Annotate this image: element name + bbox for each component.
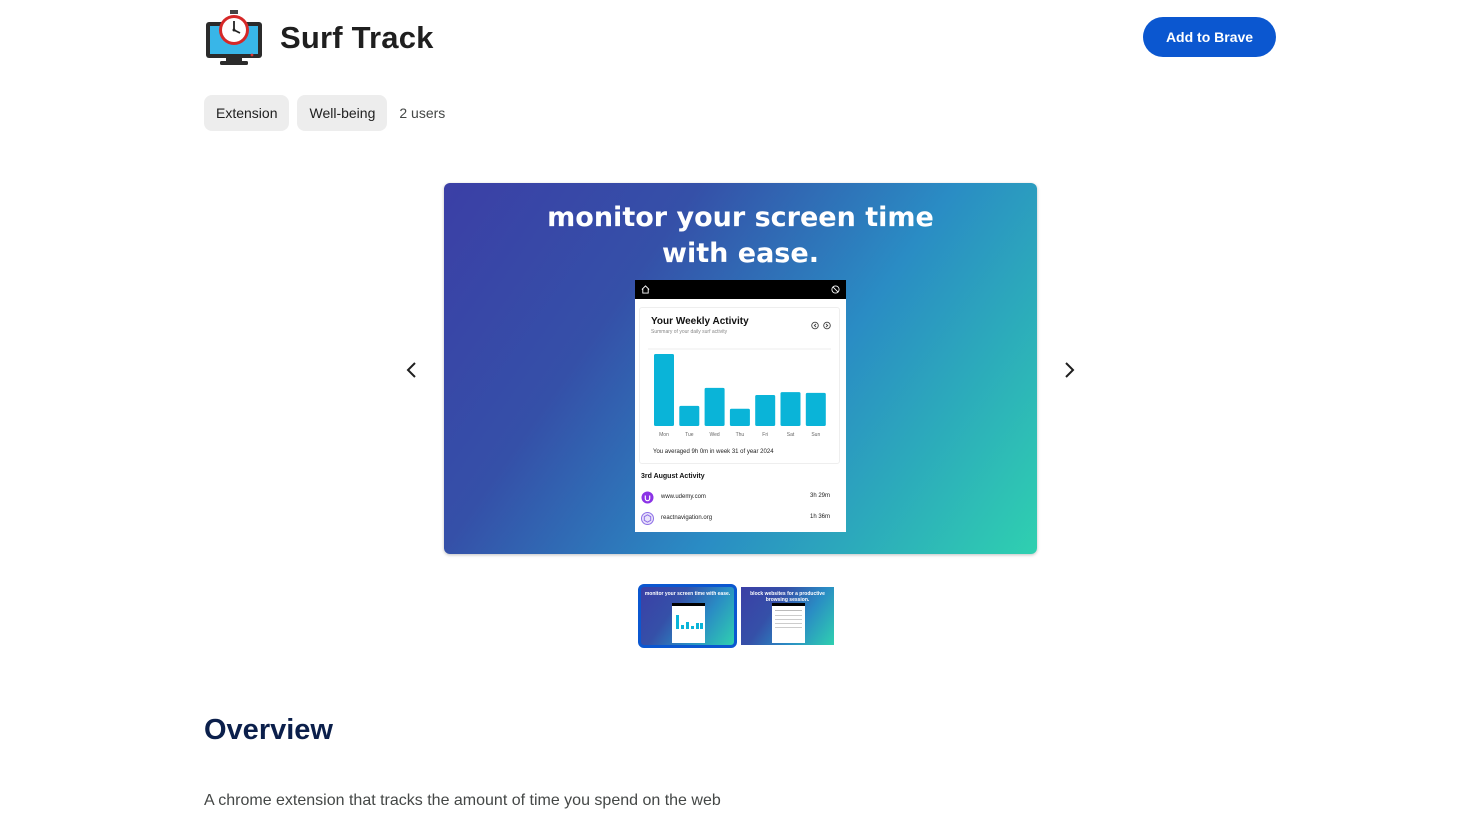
chart-tick-label: Thu: [736, 432, 745, 438]
user-count: 2 users: [399, 105, 446, 121]
chart-bar-wed: [704, 387, 725, 426]
average-text: You averaged 9h 0m in week 31 of year 20…: [653, 449, 774, 455]
thumbnail-1[interactable]: monitor your screen time with ease.: [638, 584, 737, 648]
chart-bar-thu: [729, 408, 750, 426]
screenshot-headline: monitor your screen time with ease.: [444, 200, 1037, 272]
overview-heading: Overview: [204, 714, 333, 746]
week-nav-icon: [811, 321, 831, 330]
add-to-brave-button[interactable]: Add to Brave: [1143, 17, 1276, 57]
site-time: 3h 29m: [809, 493, 830, 499]
site-row: reactnavigation.org 1h 36m: [641, 512, 830, 526]
thumbnail-mock: [672, 603, 705, 643]
chevron-left-icon[interactable]: [398, 356, 426, 384]
chip-extension[interactable]: Extension: [204, 95, 290, 131]
block-icon: [831, 285, 840, 294]
chevron-right-icon[interactable]: [1055, 356, 1083, 384]
udemy-icon: [641, 491, 654, 504]
site-name: www.udemy.com: [661, 494, 706, 500]
weekly-bar-chart: Mon Tue Wed Thu Fri Sat Sun: [648, 348, 831, 438]
card-title: Your Weekly Activity: [651, 316, 749, 327]
app-title: Surf Track: [280, 20, 434, 55]
site-row: www.udemy.com 3h 29m: [641, 491, 830, 505]
chart-bar-fri: [755, 395, 776, 426]
chart-tick-label: Sat: [787, 432, 795, 438]
thumbnail-2[interactable]: block websites for a productive browsing…: [741, 587, 834, 645]
main-screenshot: monitor your screen time with ease. Your…: [444, 183, 1037, 554]
card-subtitle: Summary of your daily surf activity: [651, 329, 728, 335]
popup-topbar: [635, 280, 846, 299]
chart-bar-tue: [679, 405, 700, 426]
headline-line-1: monitor your screen time: [547, 202, 934, 233]
extension-popup-mock: Your Weekly Activity Summary of your dai…: [635, 280, 846, 532]
chart-tick-label: Fri: [762, 432, 768, 438]
chart-bar-mon: [654, 354, 674, 426]
thumbnail-mock: [772, 603, 805, 643]
chart-bar-sun: [805, 392, 826, 426]
monitor-stopwatch-icon: [206, 10, 262, 65]
react-navigation-icon: [641, 512, 654, 525]
chip-well-being[interactable]: Well-being: [297, 95, 388, 131]
headline-line-2: with ease.: [662, 238, 819, 269]
site-name: reactnavigation.org: [661, 515, 713, 521]
chart-tick-label: Mon: [659, 432, 669, 438]
chart-tick-label: Tue: [685, 432, 694, 438]
thumbnail-caption: monitor your screen time with ease.: [644, 591, 731, 597]
screenshot-thumbnails: monitor your screen time with ease. bloc…: [638, 584, 834, 648]
chart-tick-label: Wed: [709, 432, 719, 438]
header: Surf Track Add to Brave: [204, 8, 1276, 68]
home-icon: [641, 285, 650, 294]
daily-activity-title: 3rd August Activity: [641, 473, 705, 480]
site-time: 1h 36m: [809, 514, 830, 520]
weekly-activity-card: Your Weekly Activity Summary of your dai…: [639, 307, 840, 464]
thumbnail-caption: block websites for a productive browsing…: [750, 591, 825, 603]
chart-bar-sat: [780, 392, 801, 426]
chart-tick-label: Sun: [811, 432, 820, 438]
category-chips: Extension Well-being 2 users: [204, 95, 445, 131]
overview-description: A chrome extension that tracks the amoun…: [204, 792, 721, 809]
